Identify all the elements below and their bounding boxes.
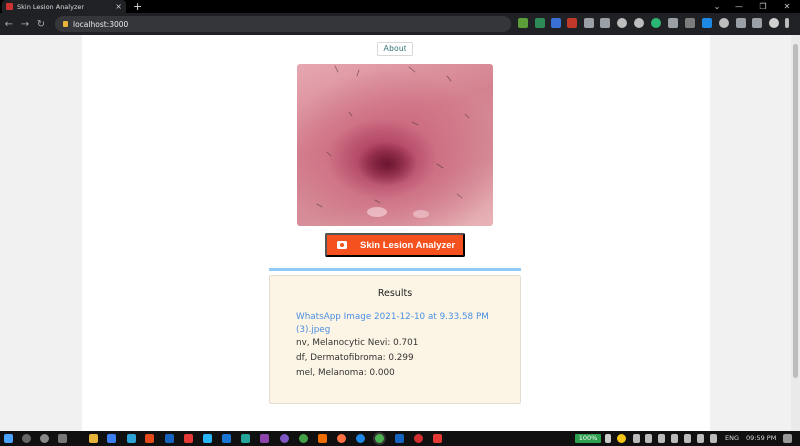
extension-icon[interactable] (551, 18, 561, 28)
prediction-line: mel, Melanoma: 0.000 (296, 368, 395, 378)
extension-icon[interactable] (567, 18, 577, 28)
address-url: localhost:3000 (73, 19, 129, 29)
close-tab-icon[interactable]: × (115, 2, 122, 11)
tray-icon[interactable] (633, 434, 640, 443)
taskbar-app-icon[interactable] (280, 434, 289, 443)
browser-toolbar: ← → ↻ localhost:3000 (0, 13, 800, 35)
taskbar-app-icon[interactable] (299, 434, 308, 443)
edge-icon[interactable] (356, 434, 365, 443)
chrome-icon[interactable] (375, 434, 384, 443)
tab-strip: Skin Lesion Analyzer × + ⌄ — ❐ ✕ (0, 0, 800, 13)
taskbar-app-icon[interactable] (165, 434, 174, 443)
reload-icon[interactable]: ↻ (34, 19, 48, 30)
brave-icon[interactable] (318, 434, 327, 443)
avatar[interactable] (769, 18, 779, 28)
taskbar-app-icon[interactable] (127, 434, 136, 443)
extension-icon[interactable] (600, 18, 610, 28)
maximize-button[interactable]: ❐ (752, 0, 774, 13)
forward-icon[interactable]: → (18, 19, 32, 30)
about-button[interactable]: About (377, 42, 413, 56)
extension-icon[interactable] (685, 18, 695, 28)
clock[interactable]: 09:59 PM (746, 431, 776, 446)
taskbar-app-icon[interactable] (241, 434, 250, 443)
taskbar: 100% ENG 09:59 PM (0, 431, 800, 446)
extension-icon[interactable] (518, 18, 528, 28)
site-info-icon[interactable] (63, 21, 68, 27)
extension-icon[interactable] (668, 18, 678, 28)
new-tab-button[interactable]: + (133, 0, 142, 13)
lesion-hairs (316, 65, 470, 218)
tray-icon[interactable] (658, 434, 665, 443)
tab-search-icon[interactable]: ⌄ (706, 0, 728, 13)
lesion-image (297, 64, 493, 226)
tray-icon[interactable] (671, 434, 678, 443)
file-explorer-icon[interactable] (89, 434, 98, 443)
taskbar-app-icon[interactable] (184, 434, 193, 443)
weather-icon[interactable] (617, 434, 626, 443)
minimize-button[interactable]: — (728, 0, 750, 13)
search-icon[interactable] (22, 434, 31, 443)
visual-studio-icon[interactable] (260, 434, 269, 443)
firefox-icon[interactable] (337, 434, 346, 443)
extension-icon[interactable] (736, 18, 746, 28)
progress-fill (269, 268, 521, 271)
close-window-button[interactable]: ✕ (776, 0, 798, 13)
tray-icon[interactable] (684, 434, 691, 443)
extension-icon[interactable] (634, 18, 644, 28)
taskbar-app-icon[interactable] (203, 434, 212, 443)
language-indicator[interactable]: ENG (725, 431, 739, 446)
taskbar-app-icon[interactable] (414, 434, 423, 443)
result-file-link[interactable]: WhatsApp Image 2021-12-10 at 9.33.58 PM … (296, 311, 508, 337)
tray-icon[interactable] (645, 434, 652, 443)
extension-icon[interactable] (719, 18, 729, 28)
cortana-icon[interactable] (40, 434, 49, 443)
notifications-icon[interactable] (783, 434, 792, 443)
word-icon[interactable] (395, 434, 404, 443)
progress-bar (269, 268, 521, 271)
scrollbar-thumb[interactable] (793, 44, 798, 378)
prediction-line: nv, Melanocytic Nevi: 0.701 (296, 338, 419, 348)
volume-icon[interactable] (710, 434, 717, 443)
extension-icon[interactable] (651, 18, 661, 28)
more-menu-icon[interactable] (785, 18, 789, 28)
taskbar-app-icon[interactable] (145, 434, 154, 443)
microphone-icon[interactable] (605, 434, 611, 443)
taskbar-app-icon[interactable] (433, 434, 442, 443)
browser-tab[interactable]: Skin Lesion Analyzer × (2, 0, 126, 13)
windows-start-icon[interactable] (4, 434, 13, 443)
extension-icon[interactable] (702, 18, 712, 28)
battery-indicator[interactable]: 100% (575, 434, 601, 443)
address-bar[interactable]: localhost:3000 (55, 16, 511, 32)
vscode-icon[interactable] (222, 434, 231, 443)
results-title: Results (377, 288, 413, 299)
extension-icon[interactable] (535, 18, 545, 28)
results-panel: Results WhatsApp Image 2021-12-10 at 9.3… (269, 275, 521, 404)
network-icon[interactable] (697, 434, 704, 443)
extension-icon[interactable] (584, 18, 594, 28)
camera-icon (337, 241, 347, 249)
favicon-icon (6, 3, 13, 10)
puzzle-icon[interactable] (752, 18, 762, 28)
extension-icon[interactable] (617, 18, 627, 28)
analyze-button[interactable]: Skin Lesion Analyzer (325, 233, 465, 257)
tab-title: Skin Lesion Analyzer (17, 2, 85, 11)
taskbar-app-icon[interactable] (107, 434, 116, 443)
prediction-line: df, Dermatofibroma: 0.299 (296, 353, 414, 363)
analyze-button-label: Skin Lesion Analyzer (360, 239, 456, 251)
task-view-icon[interactable] (58, 434, 67, 443)
back-icon[interactable]: ← (2, 19, 16, 30)
